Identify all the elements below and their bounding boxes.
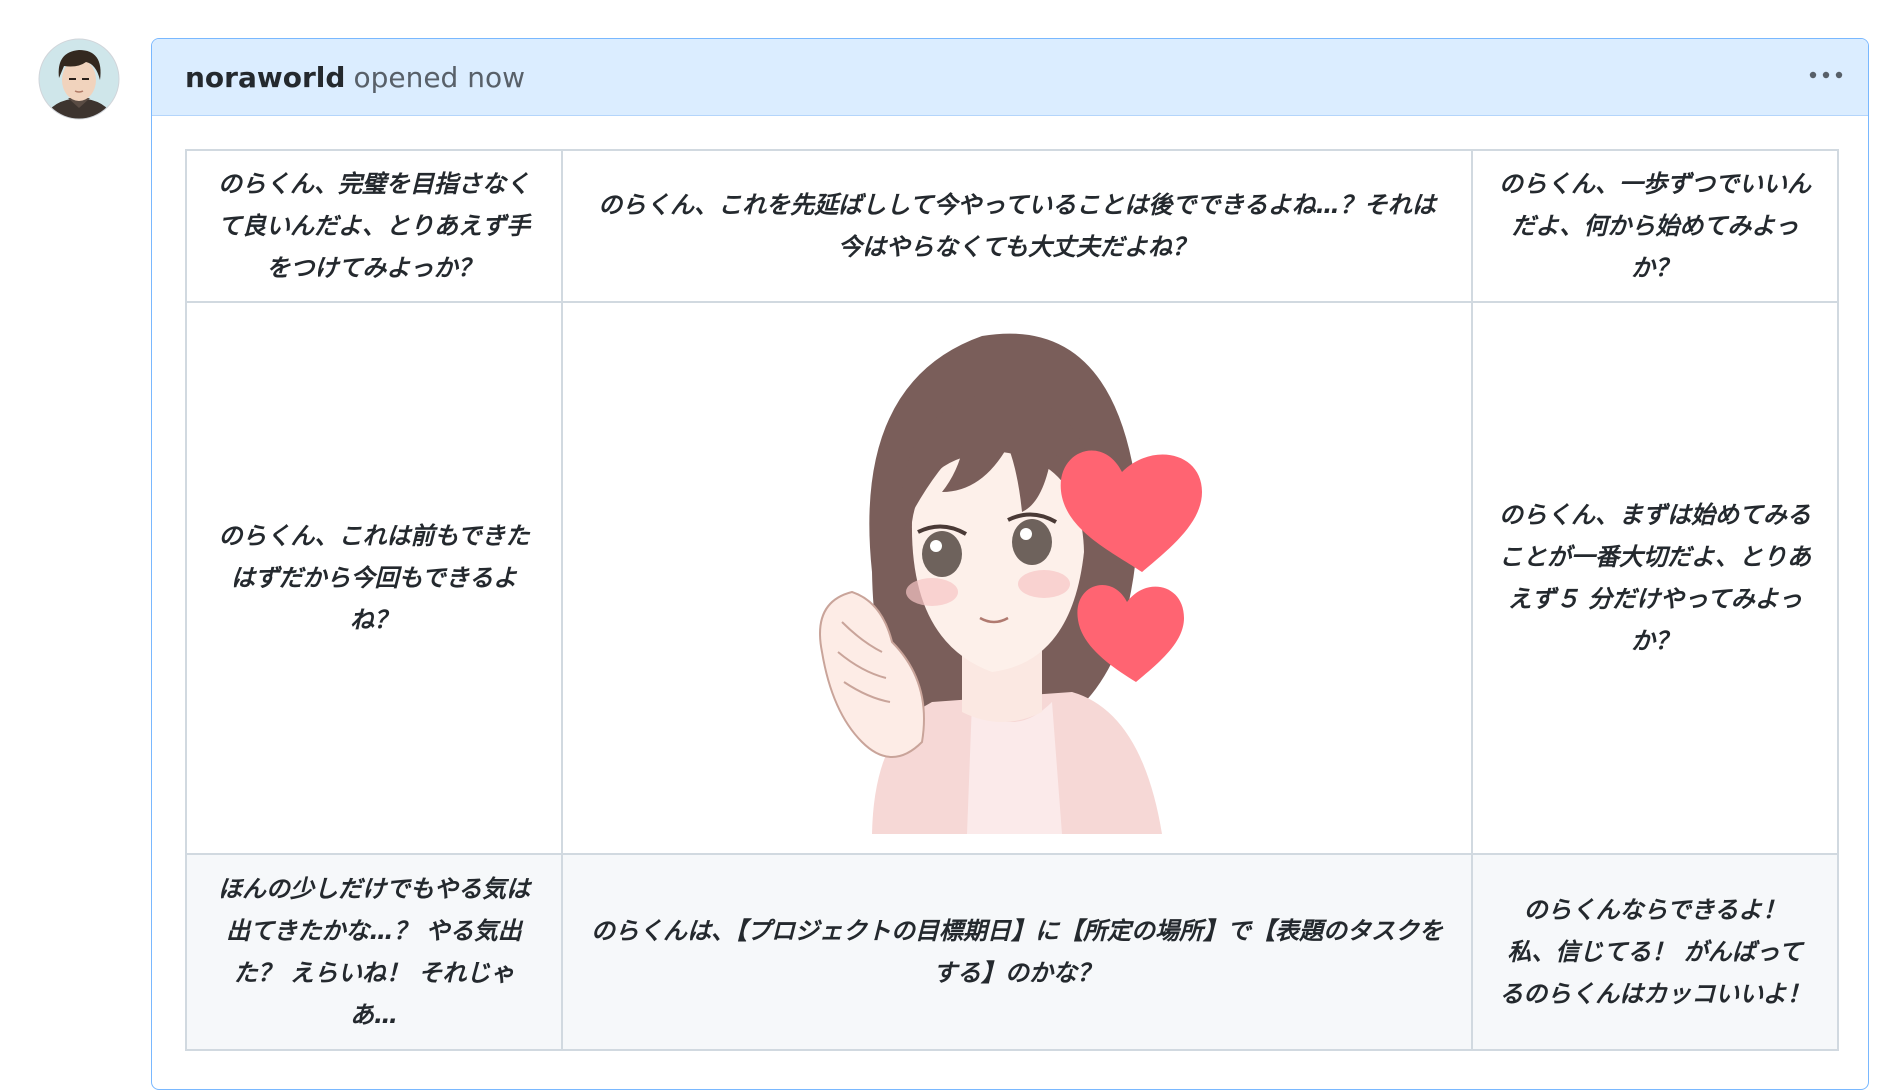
table-row: のらくん、これは前もできたはずだから今回もできるよね？ のらくん、まずは始めてみ… bbox=[185, 301, 1839, 855]
comment-header: noraworld opened now bbox=[152, 39, 1868, 116]
grid-cell: のらくん、一歩ずつでいいんだよ、何から始めてみよっか？ bbox=[1471, 149, 1839, 303]
comment-timestamp[interactable]: opened now bbox=[353, 61, 525, 94]
comment-menu-button[interactable] bbox=[1804, 55, 1848, 95]
table-row: ほんの少しだけでもやる気は出てきたかな…？ やる気出た？ えらいね！ それじゃあ… bbox=[185, 853, 1839, 1051]
user-avatar-icon bbox=[38, 38, 120, 120]
table-row: のらくん、完璧を目指さなくて良いんだよ、とりあえず手をつけてみよっか？ のらくん… bbox=[185, 149, 1839, 303]
grid-cell: のらくん、これを先延ばしして今やっていることは後でできるよね…？それは今はやらな… bbox=[561, 149, 1473, 303]
grid-cell: ほんの少しだけでもやる気は出てきたかな…？ やる気出た？ えらいね！ それじゃあ… bbox=[185, 853, 563, 1051]
author-link[interactable]: noraworld bbox=[185, 61, 345, 94]
grid-cell: のらくん、これは前もできたはずだから今回もできるよね？ bbox=[185, 301, 563, 855]
grid-cell: のらくん、完璧を目指さなくて良いんだよ、とりあえず手をつけてみよっか？ bbox=[185, 149, 563, 303]
grid-cell: のらくんは、【プロジェクトの目標期日】に【所定の場所】で【表題のタスクをする】の… bbox=[561, 853, 1473, 1051]
kebab-horizontal-icon bbox=[1809, 71, 1843, 79]
message-grid: のらくん、完璧を目指さなくて良いんだよ、とりあえず手をつけてみよっか？ のらくん… bbox=[185, 149, 1839, 1051]
girl-with-hearts-illustration bbox=[819, 333, 1202, 834]
grid-cell: のらくんならできるよ！ 私、信じてる！ がんばってるのらくんはカッコいいよ！ bbox=[1471, 853, 1839, 1051]
avatar[interactable] bbox=[38, 38, 120, 120]
grid-cell: のらくん、まずは始めてみることが一番大切だよ、とりあえず５ 分だけやってみよっか… bbox=[1471, 301, 1839, 855]
issue-comment: noraworld opened now のらくん、完璧を目指さなくて良いんだよ… bbox=[151, 38, 1869, 1090]
image-cell bbox=[561, 301, 1473, 855]
